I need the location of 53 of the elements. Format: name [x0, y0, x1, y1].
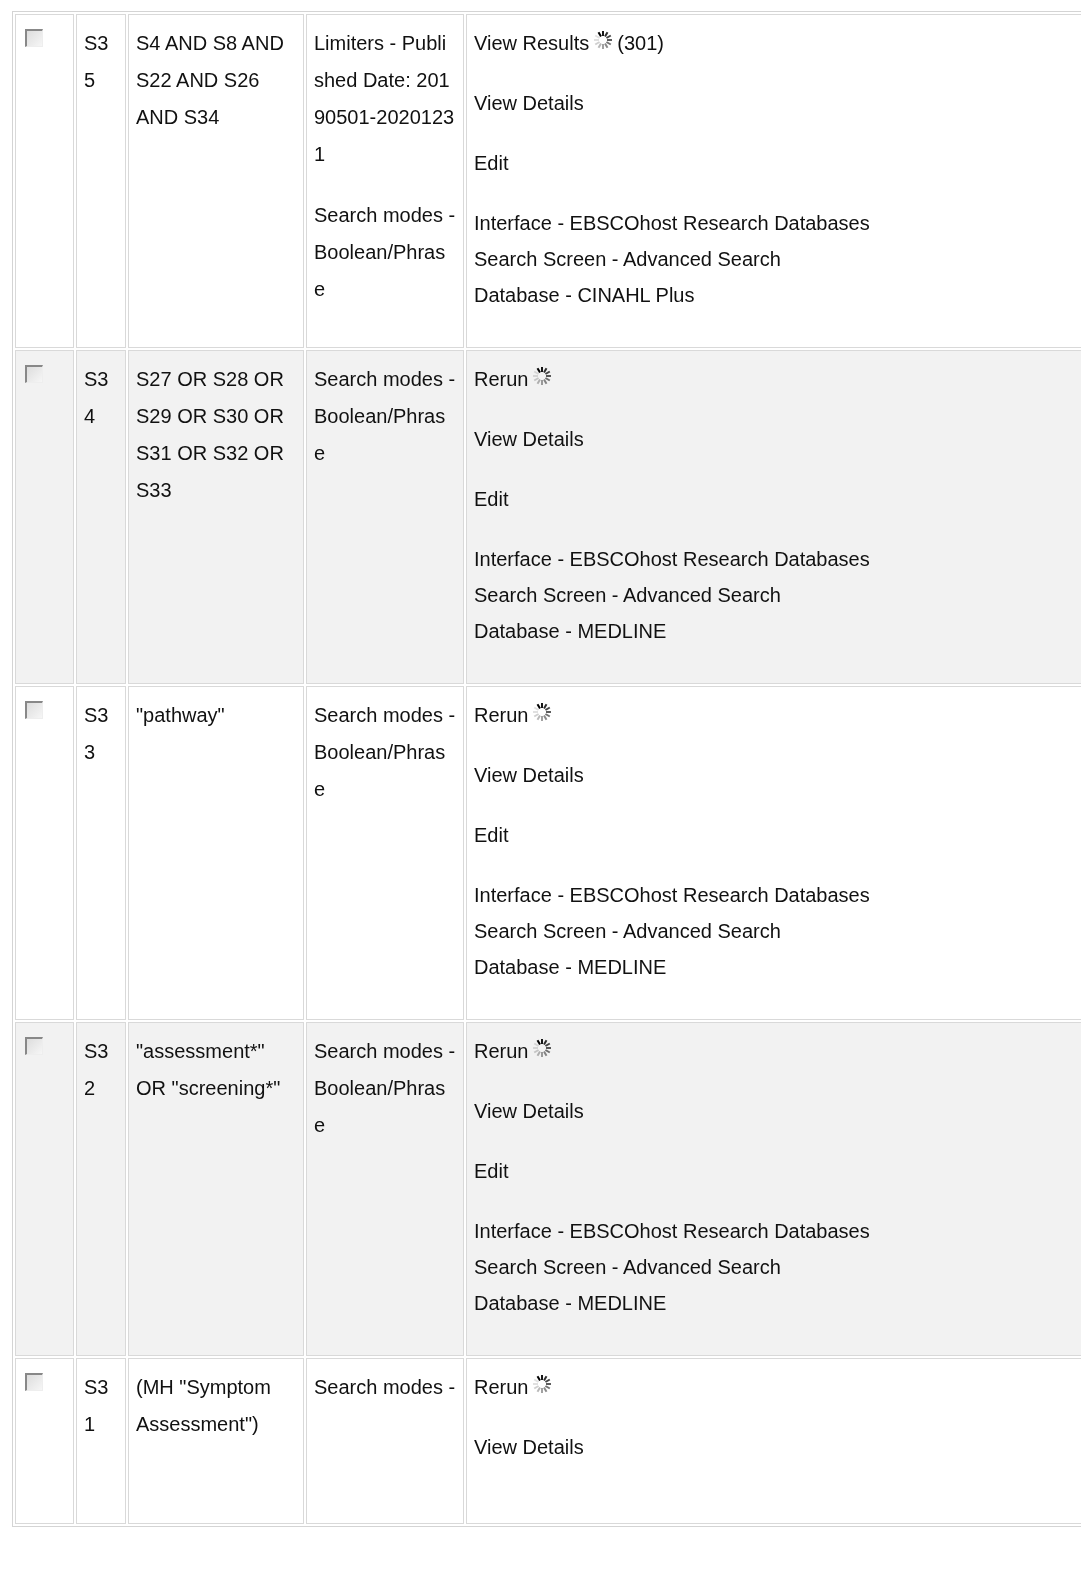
search-info: Search Screen - Advanced Search [474, 247, 782, 272]
search-option: Search modes - Boolean/Phrase [314, 197, 456, 308]
search-terms: "assessment*" OR "screening*" [136, 1040, 281, 1099]
checkbox[interactable] [25, 365, 43, 383]
search-option: Search modes - Boolean/Phrase [314, 697, 456, 808]
result-count: (301) [617, 31, 664, 56]
search-info: Database - MEDLINE [474, 619, 668, 644]
checkbox[interactable] [25, 29, 43, 47]
action-link[interactable]: Edit [474, 488, 509, 510]
search-info: Search Screen - Advanced Search [474, 1255, 782, 1280]
rerun-link[interactable]: Rerun [474, 1369, 529, 1406]
search-option: Search modes - Boolean/Phrase [314, 1033, 456, 1144]
rerun-link[interactable]: Rerun [474, 697, 529, 734]
search-info: Database - MEDLINE [474, 1291, 668, 1316]
loading-spinner-icon [592, 28, 615, 51]
search-id: S35 [84, 32, 109, 91]
search-info: Search Screen - Advanced Search [474, 583, 782, 608]
search-option: Limiters - Published Date: 20190501-20201231 [314, 25, 456, 173]
action-link[interactable]: View Details [474, 764, 584, 786]
action-link[interactable]: View Details [474, 1100, 584, 1122]
search-option: Search modes - Boolean/Phrase [314, 361, 456, 472]
search-info: Search Screen - Advanced Search [474, 919, 782, 944]
search-terms: S27 OR S28 OR S29 OR S30 OR S31 OR S32 OR S33 [136, 368, 284, 501]
rerun-link[interactable]: Rerun [474, 1033, 529, 1070]
action-link[interactable]: Edit [474, 1160, 509, 1182]
search-info: Interface - EBSCOhost Research Databases [474, 1219, 871, 1244]
search-info: Interface - EBSCOhost Research Databases [474, 547, 871, 572]
checkbox[interactable] [25, 701, 43, 719]
search-id: S31 [84, 1376, 109, 1435]
search-terms: (MH "Symptom Assessment") [136, 1376, 271, 1435]
loading-spinner-icon [531, 700, 554, 723]
action-link[interactable]: View Details [474, 1436, 584, 1458]
action-link[interactable]: View Details [474, 428, 584, 450]
search-terms: S4 AND S8 AND S22 AND S26 AND S34 [136, 32, 284, 128]
action-link[interactable]: View Details [474, 92, 584, 114]
loading-spinner-icon [531, 1036, 554, 1059]
search-id: S32 [84, 1040, 109, 1099]
rerun-link[interactable]: Rerun [474, 361, 529, 398]
search-id: S34 [84, 368, 109, 427]
search-id: S33 [84, 704, 109, 763]
search-terms: "pathway" [136, 704, 225, 726]
search-info: Interface - EBSCOhost Research Databases [474, 883, 871, 908]
loading-spinner-icon [531, 1372, 554, 1395]
checkbox[interactable] [25, 1373, 43, 1391]
search-option: Search modes - [314, 1369, 456, 1406]
search-info: Database - CINAHL Plus [474, 283, 696, 308]
action-link[interactable]: Edit [474, 824, 509, 846]
action-link[interactable]: Edit [474, 152, 509, 174]
checkbox[interactable] [25, 1037, 43, 1055]
loading-spinner-icon [531, 364, 554, 387]
search-info: Interface - EBSCOhost Research Databases [474, 211, 871, 236]
view-results-link[interactable]: View Results [474, 25, 590, 62]
search-info: Database - MEDLINE [474, 955, 668, 980]
